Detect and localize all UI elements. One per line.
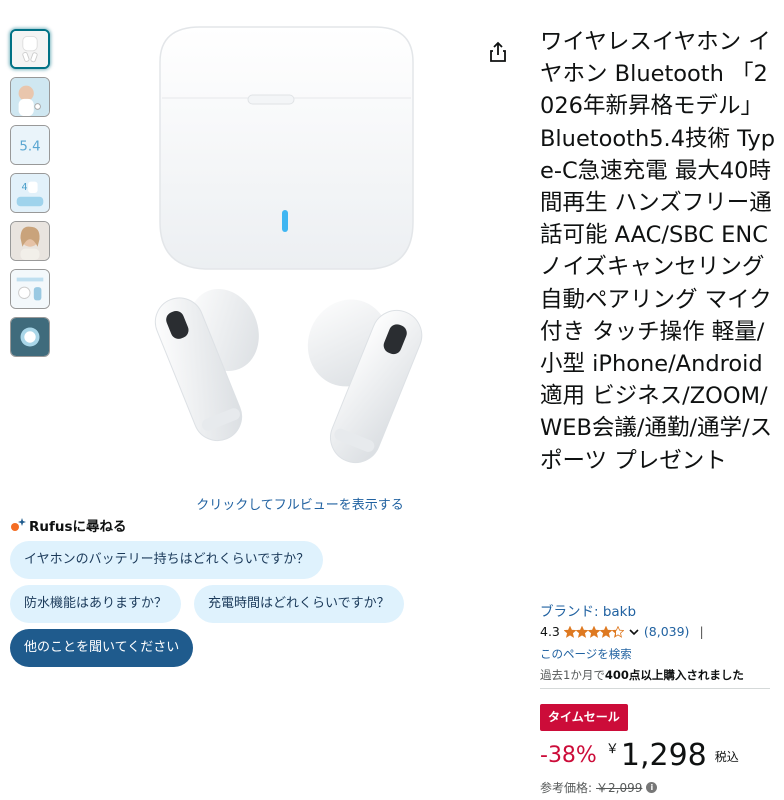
bought-prefix: 過去1か月で (540, 668, 605, 682)
reference-price-label: 参考価格: (540, 781, 593, 795)
thumbnail-list: 5.4 4 (10, 29, 50, 365)
reference-price: 参考価格: ￥2,099 i (540, 779, 658, 796)
earbuds-case-illustration (130, 22, 450, 492)
thumb-woman-portrait[interactable] (10, 221, 50, 261)
thumb-case-earbuds[interactable] (10, 29, 50, 69)
thumb-woman-portrait-image (11, 222, 49, 260)
thumb-bluetooth-5-4[interactable]: 5.4 (10, 125, 50, 165)
rating-value: 4.3 (540, 624, 560, 639)
time-sale-badge: タイムセール (540, 704, 628, 731)
divider (540, 688, 770, 689)
search-page-link[interactable]: このページを検索 (540, 646, 632, 662)
product-title: ワイヤレスイヤホン イヤホン Bluetooth 「2026年新昇格モデル」 B… (540, 29, 775, 474)
chevron-down-icon[interactable] (628, 626, 640, 638)
bought-count-value: 400点以上購入されました (604, 668, 744, 682)
star-icon (587, 625, 600, 638)
rufus-question-battery[interactable]: イヤホンのバッテリー持ちはどれくらいですか？ (10, 541, 324, 579)
star-icon (599, 625, 612, 638)
thumb-bluetooth-5-4-image: 5.4 (11, 126, 49, 164)
currency-symbol: ￥ (605, 742, 619, 757)
star-icon (611, 625, 624, 638)
thumb-battery-40h[interactable]: 4 (10, 173, 50, 213)
price-row: -38% ￥ 1,298 税込 (540, 738, 739, 776)
star-icon (563, 625, 576, 638)
svg-text:5.4: 5.4 (19, 140, 40, 155)
rufus-ask-other-button[interactable]: 他のことを聞いてください (10, 629, 194, 667)
share-icon[interactable] (486, 40, 510, 64)
bought-count: 過去1か月で400点以上購入されました (540, 667, 744, 683)
rating-stars[interactable] (563, 625, 624, 638)
thumb-battery-40h-image: 4 (11, 174, 49, 212)
rating-separator: | (699, 624, 704, 639)
thumb-features[interactable] (10, 269, 50, 309)
rating-row: 4.3 (8,039) | (540, 624, 704, 639)
info-icon[interactable]: i (646, 782, 658, 793)
thumb-features-image (11, 270, 49, 308)
star-icon (575, 625, 588, 638)
reference-price-value: ￥2,099 (596, 781, 643, 795)
rufus-title: Rufusに尋ねる (29, 519, 127, 535)
thumb-person-wearing[interactable] (10, 77, 50, 117)
svg-text:4: 4 (21, 182, 27, 193)
thumb-person-wearing-image (11, 78, 49, 116)
full-view-link[interactable]: クリックしてフルビューを表示する (130, 494, 470, 513)
discount-percent: -38% (540, 743, 597, 768)
rufus-question-charge-time[interactable]: 充電時間はどれくらいですか？ (194, 585, 404, 623)
brand-link[interactable]: ブランド: bakb (540, 600, 636, 620)
main-product-image[interactable] (130, 22, 450, 492)
rufus-question-waterproof[interactable]: 防水機能はありますか？ (10, 585, 182, 623)
rufus-heading: Rufusに尋ねる (10, 515, 127, 535)
review-count-link[interactable]: (8,039) (644, 624, 690, 639)
rufus-sparkle-icon (11, 518, 26, 531)
thumb-video[interactable] (10, 317, 50, 357)
price-value: 1,298 (620, 738, 707, 773)
thumb-video-image (11, 318, 49, 356)
tax-included-label: 税込 (714, 750, 739, 764)
thumb-case-earbuds-image (12, 31, 48, 67)
